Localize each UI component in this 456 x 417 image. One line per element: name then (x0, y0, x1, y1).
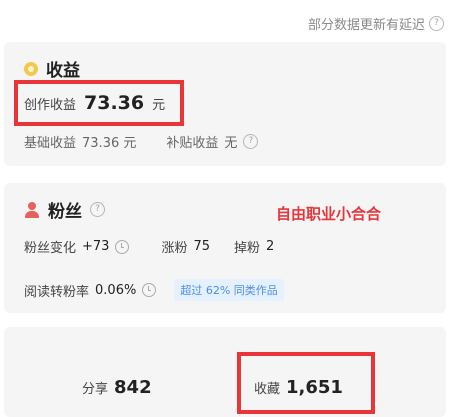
coin-icon (24, 61, 38, 76)
conversion-value: 0.06% (95, 282, 137, 298)
conversion-row: 阅读转粉率 0.06% 超过 62% 同类作品 (24, 279, 284, 301)
clock-icon[interactable] (142, 283, 157, 297)
share-stat: 分享 842 (82, 377, 152, 398)
delay-notice: 部分数据更新有延迟 ? (308, 14, 444, 33)
subsidy-income-value: 无 (224, 136, 238, 151)
income-card: 收益 创作收益 73.36 元 基础收益 73.36 元 补贴收益 无 ? (4, 42, 446, 166)
creation-income-label: 创作收益 (24, 98, 77, 113)
fans-title: 粉丝 ? (24, 197, 105, 222)
help-icon[interactable]: ? (429, 16, 444, 31)
stats-card: 分享 842 收藏 1,651 (4, 327, 446, 417)
creation-income: 创作收益 73.36 元 (24, 92, 165, 114)
help-icon[interactable]: ? (243, 134, 259, 149)
delay-notice-text: 部分数据更新有延迟 (307, 18, 425, 33)
share-label: 分享 (82, 382, 109, 397)
percentile-badge: 超过 62% 同类作品 (174, 279, 284, 301)
creation-income-unit: 元 (152, 98, 166, 113)
fans-card: 粉丝 ? 自由职业小合合 粉丝变化 +73 涨粉 75 掉粉 2 阅读转粉率 0… (4, 183, 446, 313)
base-income-label: 基础收益 (24, 136, 77, 151)
help-icon[interactable]: ? (90, 202, 105, 217)
favorite-label: 收藏 (254, 382, 281, 397)
conversion-label: 阅读转粉率 (24, 284, 90, 300)
fans-title-text: 粉丝 (48, 202, 82, 222)
income-title: 收益 (24, 56, 80, 81)
fans-change-value: +73 (82, 239, 110, 254)
creation-income-value: 73.36 (84, 92, 145, 114)
clock-icon[interactable] (115, 239, 130, 254)
fans-gain-label: 涨粉 (161, 241, 188, 256)
income-title-text: 收益 (46, 61, 80, 81)
fans-loss-value: 2 (266, 239, 275, 254)
fans-loss-label: 掉粉 (234, 241, 261, 256)
income-breakdown: 基础收益 73.36 元 补贴收益 无 ? (24, 132, 259, 151)
favorite-value: 1,651 (286, 377, 343, 398)
favorite-stat: 收藏 1,651 (254, 377, 343, 398)
share-value: 842 (114, 377, 152, 398)
subsidy-income-label: 补贴收益 (166, 136, 219, 151)
fans-gain-value: 75 (193, 239, 211, 254)
fans-change-label: 粉丝变化 (24, 241, 77, 256)
watermark-text: 自由职业小合合 (276, 205, 382, 223)
fans-change-row: 粉丝变化 +73 涨粉 75 掉粉 2 (24, 237, 274, 256)
person-icon (24, 201, 40, 218)
base-income-value: 73.36 元 (82, 136, 137, 151)
